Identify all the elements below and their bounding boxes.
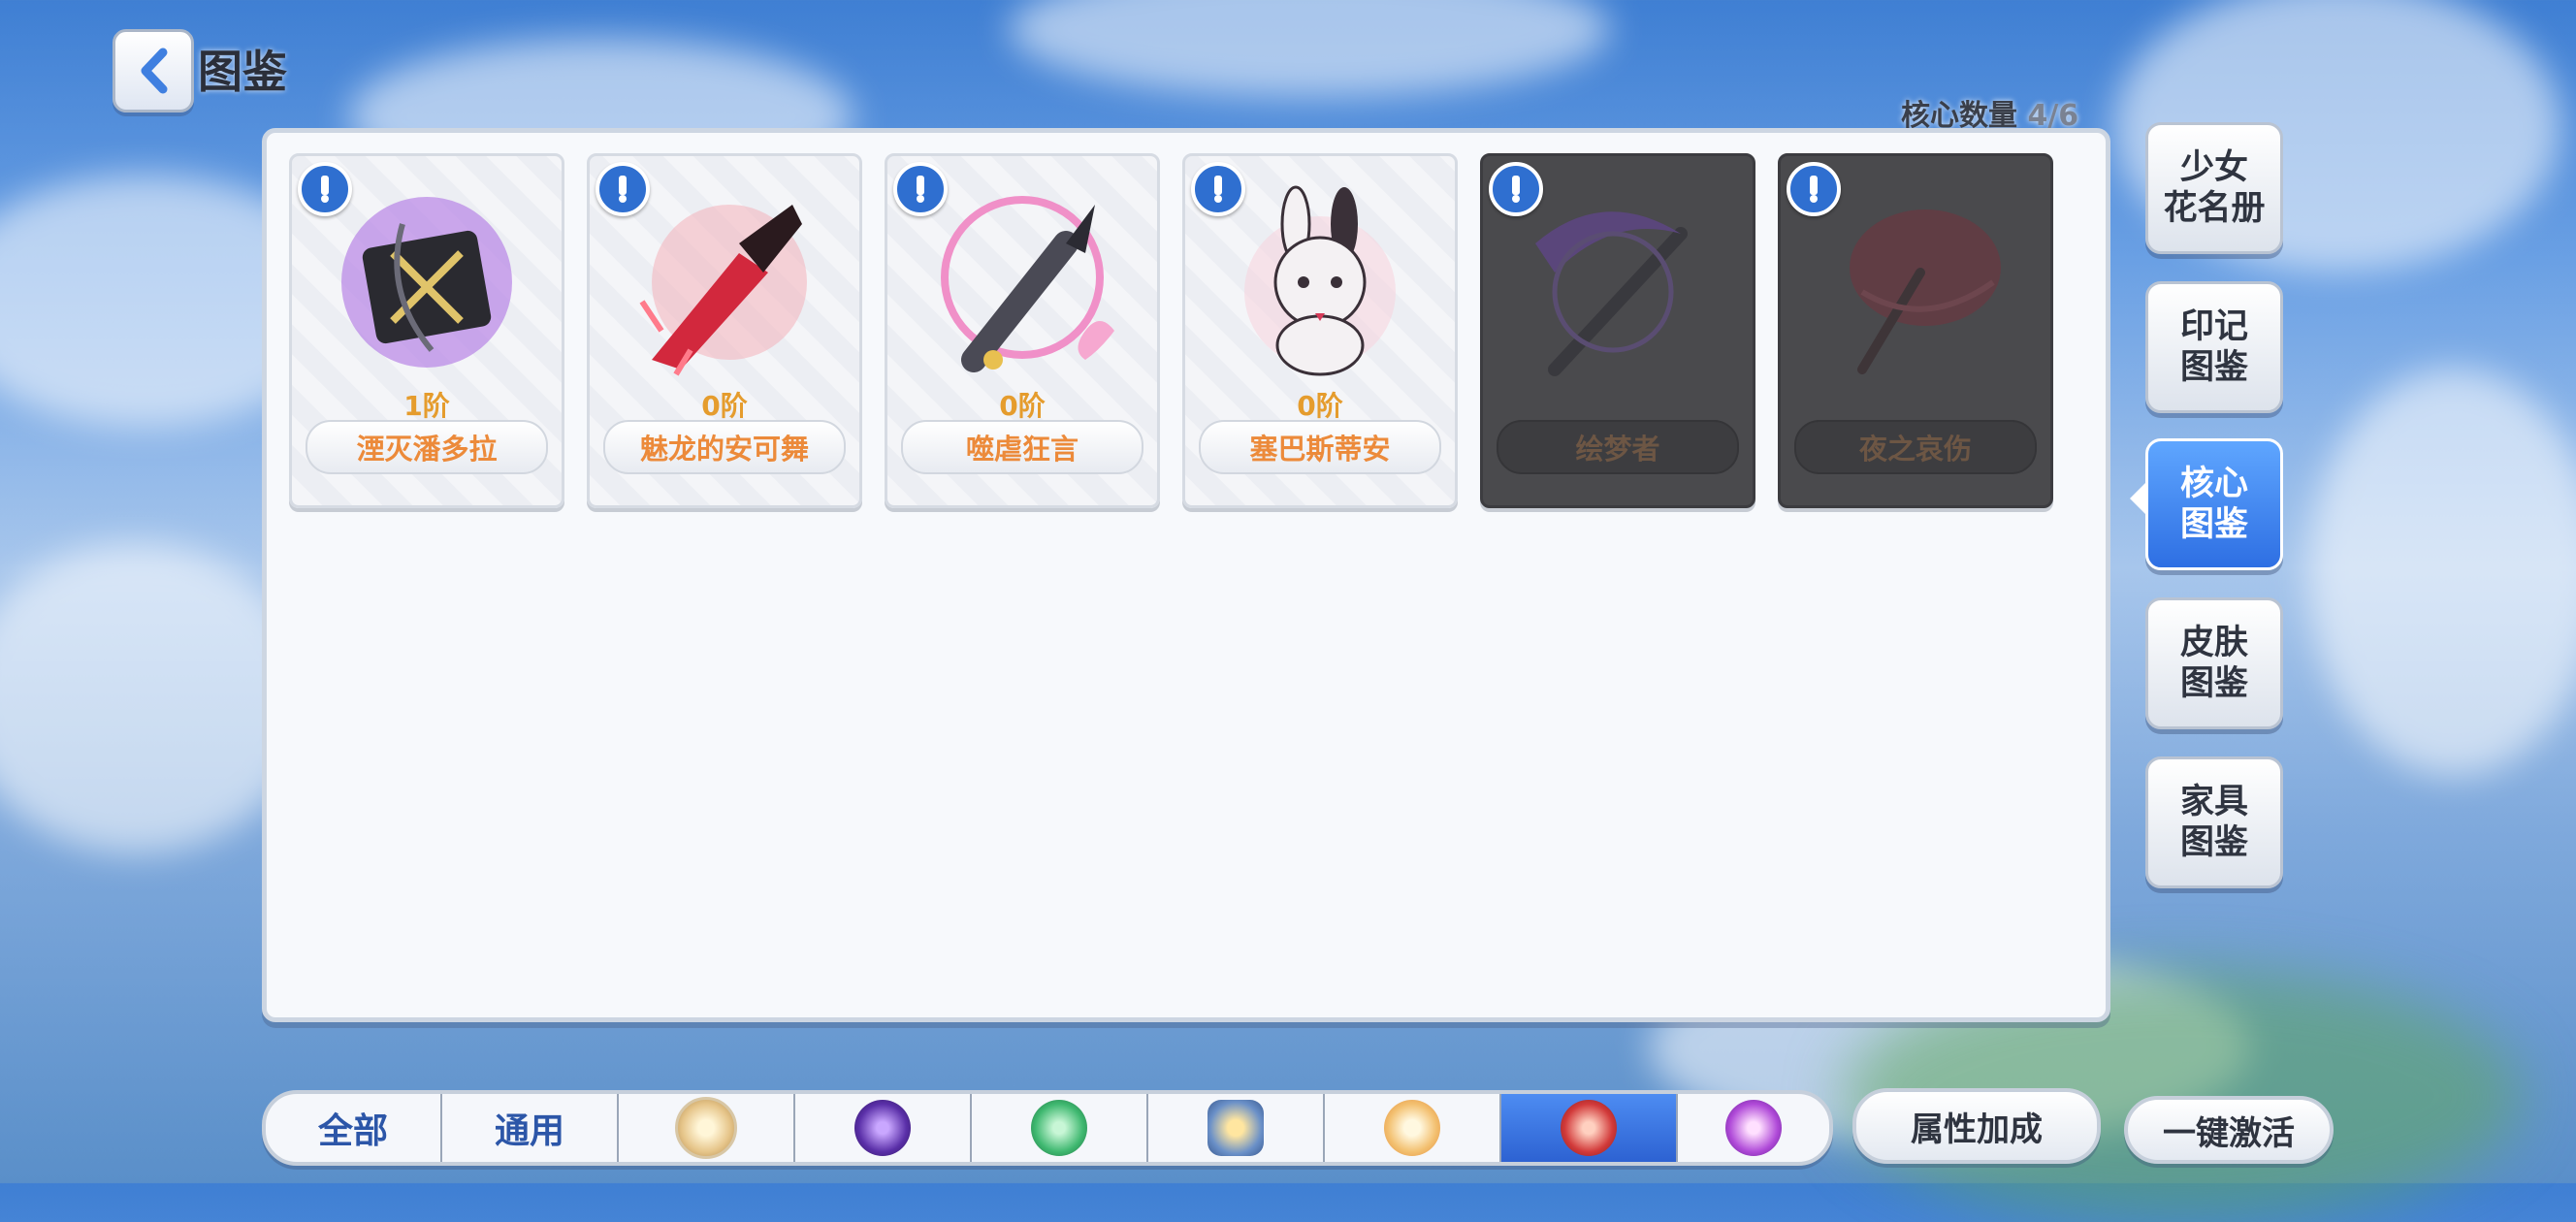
back-button[interactable] bbox=[113, 29, 194, 113]
background-cloud bbox=[1009, 0, 1610, 97]
card-name: 魅龙的安可舞 bbox=[603, 420, 846, 474]
filter-light[interactable] bbox=[619, 1094, 795, 1162]
tab-label-line2: 花名册 bbox=[2163, 189, 2266, 228]
page-title: 图鉴 bbox=[198, 46, 287, 98]
tab-skin-collection[interactable]: 皮肤 图鉴 bbox=[2145, 597, 2283, 729]
tab-label-line2: 图鉴 bbox=[2179, 348, 2248, 387]
core-card-night-sorrow[interactable]: 夜之哀伤 bbox=[1778, 153, 2053, 508]
filter-void[interactable] bbox=[1678, 1094, 1829, 1162]
card-name: 夜之哀伤 bbox=[1794, 420, 2037, 474]
tab-furniture-collection[interactable]: 家具 图鉴 bbox=[2145, 756, 2283, 888]
core-card-sebastian[interactable]: 0阶 塞巴斯蒂安 bbox=[1182, 153, 1458, 508]
card-rank: 0阶 bbox=[701, 390, 748, 422]
filter-earth[interactable] bbox=[1148, 1094, 1325, 1162]
card-rank: 0阶 bbox=[1297, 390, 1343, 422]
filter-sun[interactable] bbox=[1325, 1094, 1501, 1162]
light-element-icon bbox=[675, 1097, 737, 1159]
tab-core-collection[interactable]: 核心 图鉴 bbox=[2145, 438, 2283, 570]
plush-rabbit-icon bbox=[1244, 185, 1396, 376]
tab-label-line1: 皮肤 bbox=[2179, 624, 2248, 662]
filter-dark[interactable] bbox=[795, 1094, 972, 1162]
filter-fire[interactable] bbox=[1501, 1094, 1678, 1162]
spiked-mace-icon bbox=[941, 196, 1114, 372]
pandora-box-icon bbox=[341, 197, 512, 368]
tab-label-line1: 核心 bbox=[2179, 465, 2248, 503]
card-name: 绘梦者 bbox=[1497, 420, 1739, 474]
core-card-mad-words[interactable]: 0阶 噬虐狂言 bbox=[885, 153, 1160, 508]
sun-element-icon bbox=[1384, 1100, 1440, 1156]
element-filter-bar: 全部 通用 bbox=[262, 1090, 1833, 1166]
background-cloud bbox=[2308, 369, 2576, 776]
tab-label-line1: 家具 bbox=[2179, 783, 2248, 821]
tab-label-line1: 印记 bbox=[2179, 307, 2248, 346]
crimson-blade-icon bbox=[639, 205, 807, 376]
card-rank: 1阶 bbox=[403, 390, 450, 422]
card-name: 塞巴斯蒂安 bbox=[1199, 420, 1441, 474]
filter-all[interactable]: 全部 bbox=[266, 1094, 442, 1162]
tab-label-line2: 图鉴 bbox=[2179, 823, 2248, 862]
core-card-dragon-encore[interactable]: 0阶 魅龙的安可舞 bbox=[587, 153, 862, 508]
dark-element-icon bbox=[854, 1100, 911, 1156]
void-element-icon bbox=[1725, 1100, 1782, 1156]
filter-wind[interactable] bbox=[972, 1094, 1148, 1162]
tab-label-line2: 图鉴 bbox=[2179, 664, 2248, 703]
chevron-left-icon bbox=[141, 48, 168, 94]
filter-general[interactable]: 通用 bbox=[442, 1094, 619, 1162]
core-card-pandora[interactable]: 1阶 湮灭潘多拉 bbox=[289, 153, 564, 508]
tab-mark-collection[interactable]: 印记 图鉴 bbox=[2145, 281, 2283, 413]
tab-girl-roster[interactable]: 少女 花名册 bbox=[2145, 122, 2283, 254]
activate-all-button[interactable]: 一键激活 bbox=[2124, 1096, 2334, 1164]
tab-label-line2: 图鉴 bbox=[2179, 505, 2248, 544]
parasol-icon bbox=[1850, 209, 2001, 374]
earth-element-icon bbox=[1208, 1100, 1264, 1156]
core-card-dream-painter[interactable]: 绘梦者 bbox=[1480, 153, 1755, 508]
fire-element-icon bbox=[1561, 1100, 1617, 1156]
wind-element-icon bbox=[1031, 1100, 1087, 1156]
card-name: 湮灭潘多拉 bbox=[306, 420, 548, 474]
tab-label-line1: 少女 bbox=[2179, 148, 2248, 187]
attribute-bonus-button[interactable]: 属性加成 bbox=[1852, 1088, 2101, 1164]
card-name: 噬虐狂言 bbox=[901, 420, 1143, 474]
card-rank: 0阶 bbox=[999, 390, 1046, 422]
scythe-icon bbox=[1535, 211, 1688, 376]
